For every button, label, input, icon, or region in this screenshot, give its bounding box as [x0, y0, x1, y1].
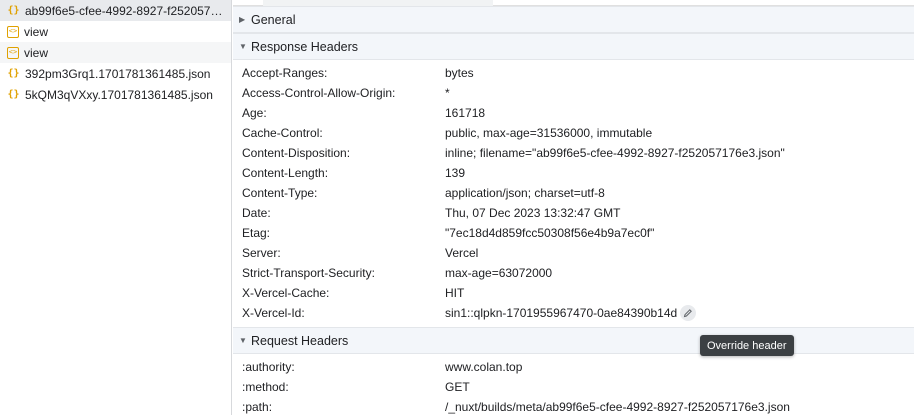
- header-name: Date:: [242, 206, 271, 220]
- json-icon: {}: [7, 88, 20, 100]
- document-icon: <>: [7, 46, 19, 59]
- header-name: :method:: [242, 380, 289, 394]
- header-value: sin1::qlpkn-1701955967470-0ae84390b14d: [445, 306, 678, 320]
- section-title: Response Headers: [251, 39, 359, 54]
- header-name: Strict-Transport-Security:: [242, 266, 375, 280]
- header-value: bytes: [445, 66, 474, 80]
- header-value: /_nuxt/builds/meta/ab99f6e5-cfee-4992-89…: [445, 400, 790, 414]
- header-row: :method: GET: [233, 377, 914, 397]
- section-title: General: [251, 12, 296, 27]
- response-headers-list: Accept-Ranges: bytes Access-Control-Allow…: [233, 60, 914, 327]
- header-row: X-Vercel-Id: sin1::qlpkn-1701955967470-0…: [233, 303, 914, 323]
- request-name: 392pm3Grq1.1701781361485.json: [25, 66, 211, 81]
- header-row: Date: Thu, 07 Dec 2023 13:32:47 GMT: [233, 203, 914, 223]
- request-item[interactable]: {} 392pm3Grq1.1701781361485.json: [0, 63, 231, 84]
- header-name: :path:: [242, 400, 273, 414]
- document-icon: <>: [7, 25, 19, 38]
- header-name: Accept-Ranges:: [242, 66, 328, 80]
- header-row: Content-Type: application/json; charset=u…: [233, 183, 914, 203]
- header-name: Age:: [242, 106, 267, 120]
- tab-bar: [233, 0, 914, 6]
- edit-pencil-icon[interactable]: [680, 305, 697, 321]
- header-row: Strict-Transport-Security: max-age=630720…: [233, 263, 914, 283]
- header-row: Accept-Ranges: bytes: [233, 63, 914, 83]
- request-headers-list: :authority: www.colan.top :method: GET :pa…: [233, 354, 914, 415]
- header-value: 139: [445, 166, 466, 180]
- header-name: Etag:: [242, 226, 271, 240]
- request-headers-section-header[interactable]: ▼ Request Headers: [233, 327, 914, 354]
- header-value: www.colan.top: [445, 360, 523, 374]
- header-value: inline; filename="ab99f6e5-cfee-4992-892…: [445, 146, 785, 160]
- request-name: view: [24, 24, 49, 39]
- request-item[interactable]: {} ab99f6e5-cfee-4992-8927-f252057176e3.…: [0, 0, 231, 21]
- header-row: X-Vercel-Cache: HIT: [233, 283, 914, 303]
- json-icon: {}: [7, 4, 20, 16]
- active-tab-indicator: [263, 0, 493, 6]
- general-section-header[interactable]: ▶ General: [233, 6, 914, 33]
- request-list: {} ab99f6e5-cfee-4992-8927-f252057176e3.…: [0, 0, 232, 415]
- header-value: *: [445, 86, 450, 100]
- triangle-down-icon: ▼: [239, 42, 247, 51]
- request-item[interactable]: {} 5kQM3qVXxy.1701781361485.json: [0, 84, 231, 105]
- request-item[interactable]: <> view: [0, 42, 231, 63]
- header-value: max-age=63072000: [445, 266, 553, 280]
- request-name: view: [24, 45, 49, 60]
- json-icon: {}: [7, 67, 20, 79]
- header-name: Content-Type:: [242, 186, 318, 200]
- header-row: Content-Disposition: inline; filename="ab…: [233, 143, 914, 163]
- header-name: :authority:: [242, 360, 295, 374]
- header-value: application/json; charset=utf-8: [445, 186, 605, 200]
- headers-panel: ▶ General ▼ Response Headers Accept-Rang…: [233, 0, 914, 415]
- header-row: Cache-Control: public, max-age=31536000, …: [233, 123, 914, 143]
- header-row: Content-Length: 139: [233, 163, 914, 183]
- header-name: X-Vercel-Id:: [242, 306, 305, 320]
- request-name: ab99f6e5-cfee-4992-8927-f252057176e3.jso…: [25, 3, 225, 18]
- header-row: Access-Control-Allow-Origin: *: [233, 83, 914, 103]
- header-value: 161718: [445, 106, 486, 120]
- header-row: Server: Vercel: [233, 243, 914, 263]
- header-value-cell: sin1::qlpkn-1701955967470-0ae84390b14d: [445, 305, 697, 321]
- header-value: Vercel: [445, 246, 479, 260]
- header-name: Content-Length:: [242, 166, 329, 180]
- header-row: :authority: www.colan.top: [233, 357, 914, 377]
- header-name: X-Vercel-Cache:: [242, 286, 330, 300]
- header-row: Age: 161718: [233, 103, 914, 123]
- request-name: 5kQM3qVXxy.1701781361485.json: [25, 87, 213, 102]
- request-item[interactable]: <> view: [0, 21, 231, 42]
- override-header-tooltip: Override header: [700, 335, 794, 356]
- header-row: :path: /_nuxt/builds/meta/ab99f6e5-cfee-4…: [233, 397, 914, 415]
- header-value: public, max-age=31536000, immutable: [445, 126, 653, 140]
- triangle-right-icon: ▶: [239, 15, 246, 24]
- header-row: Etag: "7ec18d4d859fcc50308f56e4b9a7ec0f": [233, 223, 914, 243]
- header-name: Content-Disposition:: [242, 146, 351, 160]
- section-title: Request Headers: [251, 333, 349, 348]
- triangle-down-icon: ▼: [239, 336, 247, 345]
- header-name: Cache-Control:: [242, 126, 323, 140]
- header-value: Thu, 07 Dec 2023 13:32:47 GMT: [445, 206, 621, 220]
- header-name: Access-Control-Allow-Origin:: [242, 86, 396, 100]
- header-value: HIT: [445, 286, 465, 300]
- header-value: "7ec18d4d859fcc50308f56e4b9a7ec0f": [445, 226, 655, 240]
- header-name: Server:: [242, 246, 281, 260]
- header-value: GET: [445, 380, 470, 394]
- response-headers-section-header[interactable]: ▼ Response Headers: [233, 33, 914, 60]
